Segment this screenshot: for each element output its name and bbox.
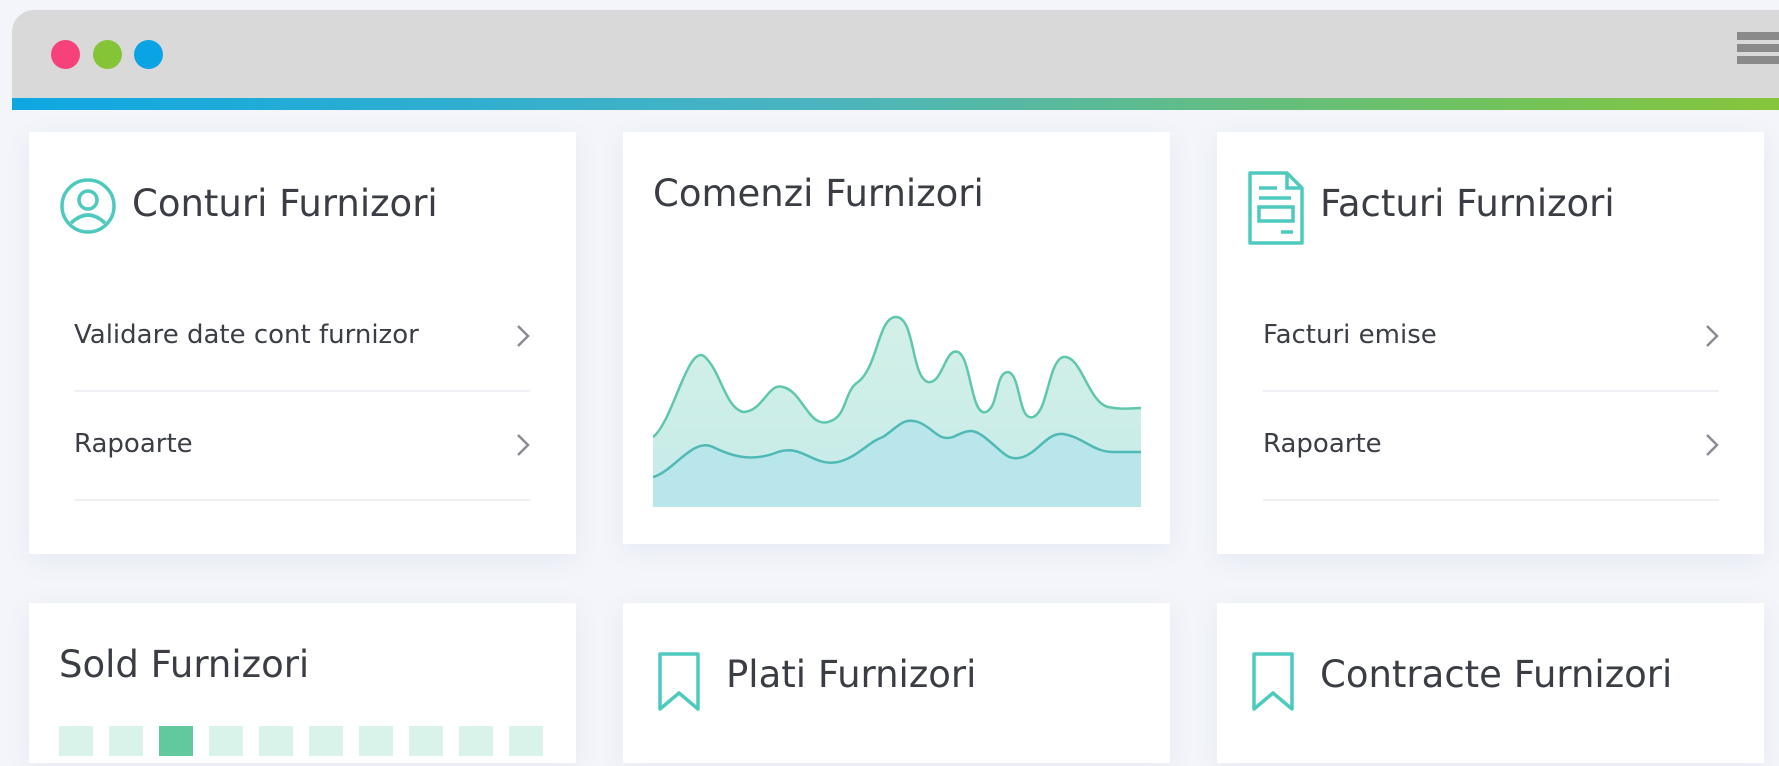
list-item-rapoarte-facturi[interactable]: Rapoarte — [1263, 391, 1719, 501]
chevron-right-icon — [517, 325, 530, 347]
grid-cell — [509, 726, 543, 756]
hamburger-menu-icon[interactable] — [1737, 32, 1779, 74]
card-title: Conturi Furnizori — [132, 182, 438, 225]
chevron-right-icon — [1706, 434, 1719, 456]
list-item-label: Facturi emise — [1263, 320, 1437, 350]
grid-cell — [409, 726, 443, 756]
chevron-right-icon — [517, 434, 530, 456]
grid-cell — [259, 726, 293, 756]
grid-cell — [109, 726, 143, 756]
card-title: Sold Furnizori — [59, 643, 310, 686]
list-item-label: Rapoarte — [74, 429, 193, 459]
chevron-right-icon — [1706, 325, 1719, 347]
list-item-label: Rapoarte — [1263, 429, 1382, 459]
card-title: Contracte Furnizori — [1320, 653, 1673, 696]
bookmark-icon — [1252, 652, 1294, 711]
bookmark-icon — [658, 652, 700, 711]
card-contracte-furnizori[interactable]: Contracte Furnizori — [1217, 603, 1764, 763]
grid-cell — [359, 726, 393, 756]
grid-cell — [309, 726, 343, 756]
list-item-validare-date-cont[interactable]: Validare date cont furnizor — [74, 282, 530, 392]
orders-area-chart — [653, 315, 1141, 507]
list-item-rapoarte-conturi[interactable]: Rapoarte — [74, 391, 530, 501]
invoice-document-icon — [1248, 171, 1304, 245]
card-comenzi-furnizori[interactable]: Comenzi Furnizori — [623, 132, 1170, 544]
list-item-facturi-emise[interactable]: Facturi emise — [1263, 282, 1719, 392]
grid-cell — [209, 726, 243, 756]
card-title: Comenzi Furnizori — [653, 172, 984, 215]
card-title: Facturi Furnizori — [1320, 182, 1615, 225]
balance-grid — [59, 726, 549, 766]
grid-cell-active — [159, 726, 193, 756]
grid-cell — [459, 726, 493, 756]
grid-cell — [59, 726, 93, 756]
minimize-window-button[interactable] — [93, 40, 122, 69]
maximize-window-button[interactable] — [134, 40, 163, 69]
accent-gradient-bar — [12, 98, 1779, 110]
close-window-button[interactable] — [51, 40, 80, 69]
user-circle-icon — [60, 178, 116, 234]
card-sold-furnizori[interactable]: Sold Furnizori — [29, 603, 576, 763]
card-plati-furnizori[interactable]: Plati Furnizori — [623, 603, 1170, 763]
title-bar — [12, 10, 1779, 98]
card-title: Plati Furnizori — [726, 653, 977, 696]
list-item-label: Validare date cont furnizor — [74, 320, 419, 350]
